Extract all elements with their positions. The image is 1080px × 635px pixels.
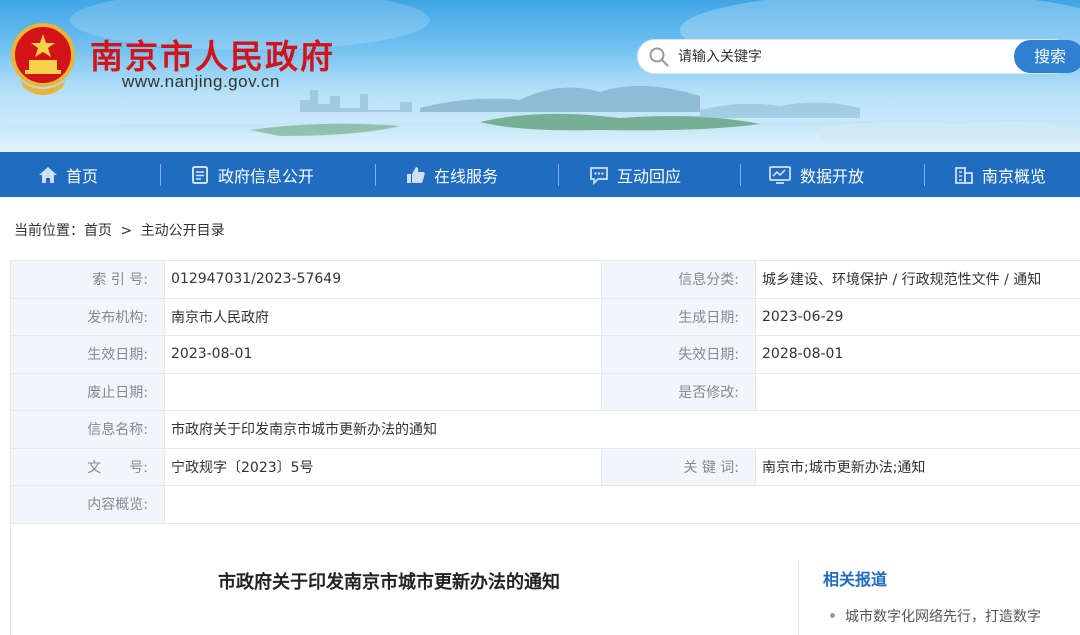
modified-value	[755, 372, 1080, 411]
search-icon	[649, 47, 669, 67]
monitor-icon	[769, 165, 791, 184]
modified-label: 是否修改:	[601, 372, 756, 411]
national-emblem-icon	[11, 23, 75, 95]
related-reports-title: 相关报道	[823, 570, 888, 589]
related-report-link[interactable]: 城市数字化网络先行，打造数字	[830, 606, 1041, 626]
keywords-value: 南京市;城市更新办法;通知	[755, 447, 1080, 486]
main-nav: 首页 政府信息公开 在线服务 互动回应 数据开放 南京概览	[0, 152, 1080, 197]
publisher-label: 发布机构:	[10, 297, 165, 336]
publisher-value: 南京市人民政府	[164, 297, 602, 336]
nav-label: 数据开放	[800, 166, 865, 186]
category-label: 信息分类:	[601, 260, 756, 299]
table-row: 发布机构: 南京市人民政府 生成日期: 2023-06-29	[10, 297, 1080, 336]
nav-item-gov-info[interactable]: 政府信息公开	[190, 152, 314, 197]
effective-date-value: 2023-08-01	[164, 335, 602, 374]
table-row: 生效日期: 2023-08-01 失效日期: 2028-08-01	[10, 335, 1080, 374]
nav-label: 互动回应	[617, 166, 682, 186]
column-divider	[798, 560, 799, 635]
table-row: 内容概览:	[10, 485, 1080, 524]
site-name[interactable]: 南京市人民政府	[90, 30, 335, 78]
category-value: 城乡建设、环境保护 / 行政规范性文件 / 通知	[755, 260, 1080, 299]
breadcrumb-prefix: 当前位置：	[14, 223, 84, 239]
expiry-date-value: 2028-08-01	[755, 335, 1080, 374]
nav-item-nanjing-overview[interactable]: 南京概览	[954, 152, 1046, 197]
breadcrumb-current-link[interactable]: 主动公开目录	[141, 223, 225, 239]
document-number-label: 文 号:	[10, 447, 165, 486]
nav-item-open-data[interactable]: 数据开放	[768, 152, 864, 197]
site-url: www.nanjing.gov.cn	[122, 72, 280, 91]
document-info-table: 索 引 号: 012947031/2023-57649 信息分类: 城乡建设、环…	[10, 260, 1080, 524]
created-date-value: 2023-06-29	[755, 297, 1080, 336]
related-report-text: 城市数字化网络先行，打造数字	[845, 609, 1041, 625]
nav-label: 首页	[66, 166, 99, 186]
info-name-value: 市政府关于印发南京市城市更新办法的通知	[164, 410, 1080, 449]
table-row: 索 引 号: 012947031/2023-57649 信息分类: 城乡建设、环…	[10, 260, 1080, 299]
site-header: 南京市人民政府 www.nanjing.gov.cn 搜索	[0, 0, 1080, 152]
created-date-label: 生成日期:	[601, 297, 756, 336]
breadcrumb-separator: >	[120, 223, 133, 239]
summary-value	[164, 485, 1080, 524]
table-row: 废止日期: 是否修改:	[10, 372, 1080, 411]
summary-label: 内容概览:	[10, 485, 165, 524]
building-icon	[955, 166, 973, 184]
bullet-icon	[830, 612, 835, 618]
nav-item-interaction[interactable]: 互动回应	[589, 152, 681, 197]
info-name-label: 信息名称:	[10, 410, 165, 449]
document-number-value: 宁政规字〔2023〕5号	[164, 447, 602, 486]
breadcrumb: 当前位置：首页 > 主动公开目录	[14, 220, 229, 240]
home-icon	[39, 166, 57, 183]
content-border	[10, 522, 11, 635]
table-row: 文 号: 宁政规字〔2023〕5号 关 键 词: 南京市;城市更新办法;通知	[10, 447, 1080, 486]
nav-label: 政府信息公开	[218, 166, 315, 186]
thumbs-up-icon	[407, 166, 425, 183]
nav-label: 在线服务	[434, 166, 499, 186]
nav-divider	[375, 164, 376, 186]
nav-divider	[924, 164, 925, 186]
document-icon	[192, 165, 208, 184]
article-title: 市政府关于印发南京市城市更新办法的通知	[218, 572, 560, 593]
index-value: 012947031/2023-57649	[164, 260, 602, 299]
table-row: 信息名称: 市政府关于印发南京市城市更新办法的通知	[10, 410, 1080, 449]
repeal-date-value	[164, 372, 602, 411]
repeal-date-label: 废止日期:	[10, 372, 165, 411]
breadcrumb-home-link[interactable]: 首页	[84, 223, 112, 239]
nav-divider	[740, 164, 741, 186]
expiry-date-label: 失效日期:	[601, 335, 756, 374]
keywords-label: 关 键 词:	[601, 447, 756, 486]
nav-label: 南京概览	[982, 166, 1047, 186]
nav-item-home[interactable]: 首页	[38, 152, 98, 197]
effective-date-label: 生效日期:	[10, 335, 165, 374]
nav-divider	[558, 164, 559, 186]
chat-icon	[590, 166, 608, 185]
nav-divider	[160, 164, 161, 186]
search-input[interactable]	[678, 44, 998, 70]
search-button[interactable]: 搜索	[1014, 40, 1080, 73]
index-label: 索 引 号:	[10, 260, 165, 299]
nav-item-online-service[interactable]: 在线服务	[406, 152, 498, 197]
